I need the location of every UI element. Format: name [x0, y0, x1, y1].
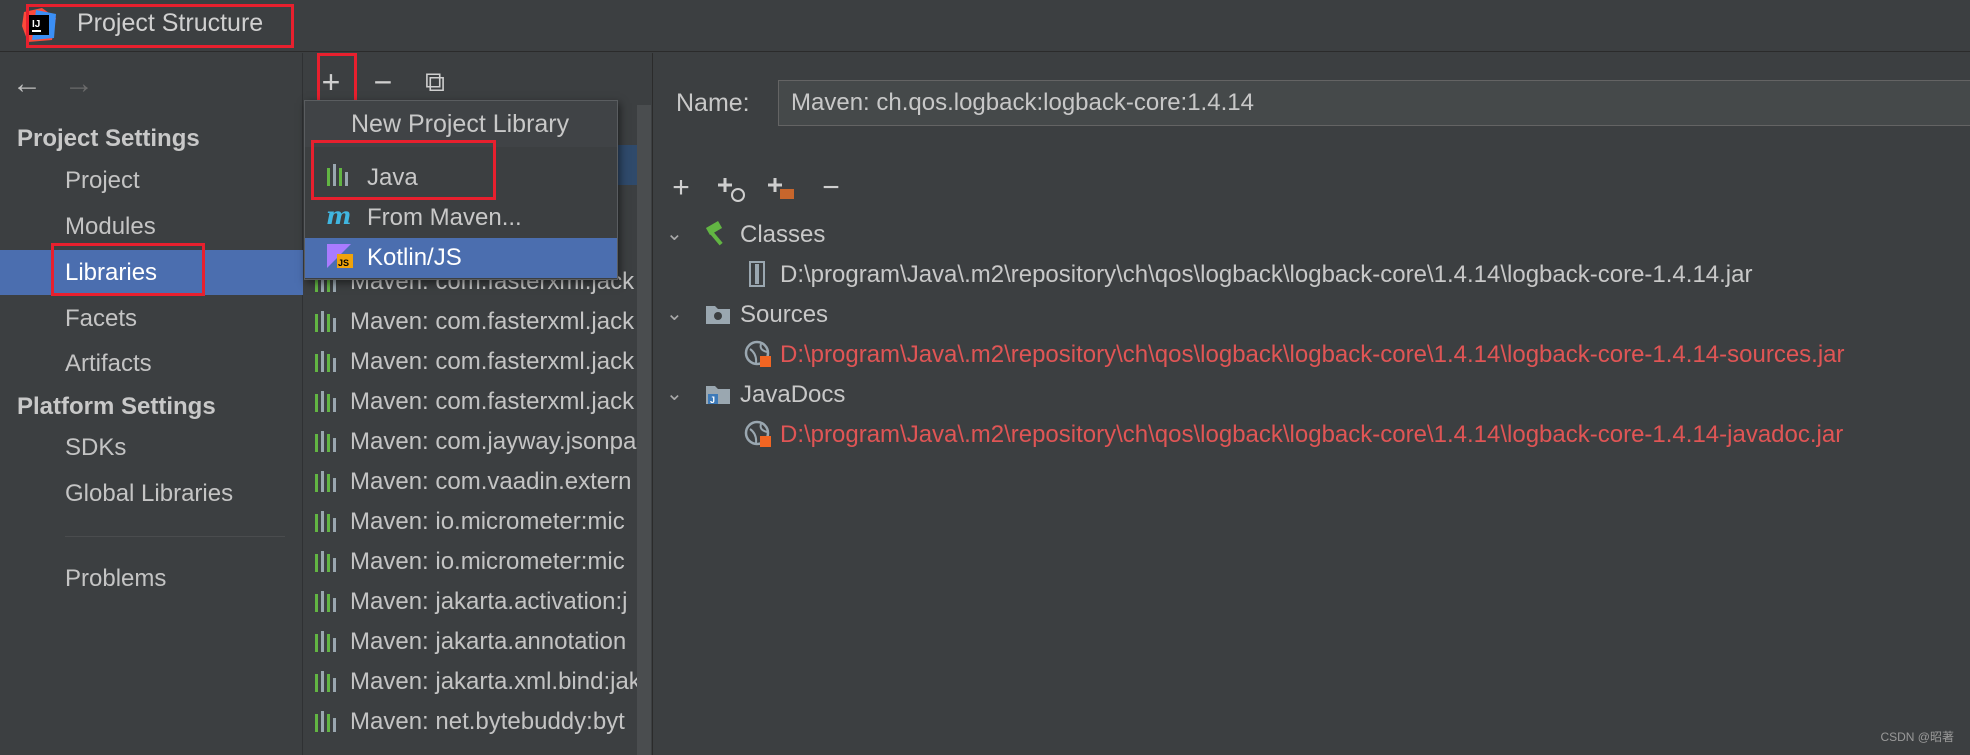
library-icon: [327, 164, 348, 186]
attach-jar-icon[interactable]: [764, 171, 798, 205]
tree-node-javadocs-jar[interactable]: D:\program\Java\.m2\repository\ch\qos\lo…: [744, 415, 1843, 455]
tree-node-javadocs[interactable]: J JavaDocs: [704, 375, 845, 415]
remove-library-button[interactable]: −: [363, 62, 403, 102]
nav-item-project[interactable]: Project: [0, 158, 303, 203]
library-list-item[interactable]: Maven: com.vaadin.extern: [314, 462, 640, 502]
svg-text:JS: JS: [338, 258, 349, 268]
svg-text:m: m: [326, 202, 351, 230]
title-bar: IJ Project Structure: [0, 0, 1970, 52]
globe-invalid-icon: [744, 420, 771, 447]
tree-node-classes[interactable]: Classes: [704, 215, 825, 255]
javadocs-label: JavaDocs: [740, 381, 846, 408]
library-list-scrollbar[interactable]: [637, 105, 651, 755]
tree-node-classes-jar[interactable]: D:\program\Java\.m2\repository\ch\qos\lo…: [744, 255, 1752, 295]
nav-item-facets[interactable]: Facets: [0, 296, 303, 341]
library-icon: [315, 391, 336, 412]
copy-library-button[interactable]: ⧉: [415, 62, 455, 102]
library-name-input[interactable]: Maven: ch.qos.logback:logback-core:1.4.1…: [778, 80, 1970, 126]
name-label: Name:: [676, 89, 750, 117]
add-library-button[interactable]: +: [311, 62, 351, 102]
project-settings-header: Project Settings: [17, 125, 200, 152]
library-name: Maven: io.micrometer:mic: [350, 508, 625, 535]
classes-label: Classes: [740, 221, 826, 248]
popup-item-from-maven[interactable]: m From Maven...: [305, 198, 617, 238]
nav-item-modules[interactable]: Modules: [0, 204, 303, 249]
library-icon: [315, 591, 336, 612]
library-name: Maven: com.vaadin.extern: [350, 468, 632, 495]
library-icon: [315, 551, 336, 572]
library-list-item[interactable]: Maven: net.bytebuddy:byt: [314, 702, 640, 742]
tree-node-sources-jar[interactable]: D:\program\Java\.m2\repository\ch\qos\lo…: [744, 335, 1845, 375]
sources-path: D:\program\Java\.m2\repository\ch\qos\lo…: [780, 341, 1845, 368]
popup-item-java-label: Java: [367, 164, 418, 191]
library-list-item[interactable]: Maven: io.micrometer:mic: [314, 542, 640, 582]
popup-item-java[interactable]: Java: [305, 158, 617, 198]
new-library-popup: New Project Library Java m From Maven...…: [304, 100, 618, 280]
back-arrow-icon[interactable]: ←: [12, 69, 42, 99]
library-list-item[interactable]: Maven: jakarta.activation:j: [314, 582, 640, 622]
library-name: Maven: jakarta.xml.bind:jak: [350, 668, 640, 695]
settings-nav: ← → Project Settings Project Modules Lib…: [0, 53, 303, 755]
folder-icon: [706, 306, 730, 324]
nav-divider: [65, 536, 285, 537]
watermark: CSDN @昭著: [1880, 730, 1954, 744]
maven-icon: m: [326, 202, 351, 230]
window-title: Project Structure: [77, 9, 264, 37]
nav-item-sdks[interactable]: SDKs: [0, 425, 303, 470]
classes-path: D:\program\Java\.m2\repository\ch\qos\lo…: [780, 261, 1753, 288]
library-name: Maven: net.bytebuddy:byt: [350, 708, 625, 735]
sources-label: Sources: [740, 301, 829, 328]
javadoc-folder-icon: J: [706, 386, 730, 405]
library-icon: [315, 711, 336, 732]
library-name: Maven: com.jayway.jsonpa: [350, 428, 637, 455]
library-icon: [315, 511, 336, 532]
library-name: Maven: com.fasterxml.jack: [350, 308, 635, 335]
library-icon: [315, 471, 336, 492]
library-list-item[interactable]: Maven: com.fasterxml.jack: [314, 302, 640, 342]
nav-item-global-libraries[interactable]: Global Libraries: [0, 471, 303, 516]
globe-invalid-icon: [744, 340, 771, 367]
library-name: Maven: jakarta.annotation: [350, 628, 627, 655]
library-icon: [315, 631, 336, 652]
add-root-button[interactable]: +: [664, 171, 698, 205]
library-detail-panel: Name: Maven: ch.qos.logback:logback-core…: [654, 53, 1970, 755]
library-name: Maven: jakarta.activation:j: [350, 588, 628, 615]
attach-url-icon[interactable]: [714, 171, 748, 205]
library-list-item[interactable]: Maven: com.fasterxml.jack: [314, 382, 640, 422]
platform-settings-header: Platform Settings: [17, 393, 216, 420]
popup-item-kotlin-js[interactable]: JS Kotlin/JS: [305, 238, 617, 278]
library-name: Maven: io.micrometer:mic: [350, 548, 625, 575]
popup-item-kotlin-js-label: Kotlin/JS: [367, 244, 462, 271]
library-icon: [315, 431, 336, 452]
chevron-down-icon[interactable]: ⌄: [666, 381, 683, 406]
chevron-down-icon[interactable]: ⌄: [666, 301, 683, 326]
javadocs-path: D:\program\Java\.m2\repository\ch\qos\lo…: [780, 421, 1844, 448]
nav-item-problems[interactable]: Problems: [0, 556, 303, 601]
svg-text:J: J: [710, 395, 715, 405]
library-list-item[interactable]: Maven: jakarta.xml.bind:jak: [314, 662, 640, 702]
nav-item-artifacts[interactable]: Artifacts: [0, 341, 303, 386]
jar-archive-icon: [749, 261, 765, 287]
remove-root-button[interactable]: −: [814, 171, 848, 205]
intellij-logo-icon: IJ: [22, 8, 56, 42]
popup-item-from-maven-label: From Maven...: [367, 204, 522, 231]
popup-title: New Project Library: [305, 101, 617, 147]
library-list-item[interactable]: Maven: com.jayway.jsonpa: [314, 422, 640, 462]
library-name: Maven: com.fasterxml.jack: [350, 348, 635, 375]
nav-item-libraries[interactable]: Libraries: [0, 250, 303, 295]
library-list-item[interactable]: Maven: io.micrometer:mic: [314, 502, 640, 542]
hammer-icon: [705, 221, 723, 246]
library-icon: [315, 671, 336, 692]
library-icon: [315, 351, 336, 372]
library-list-item[interactable]: Maven: jakarta.annotation: [314, 622, 640, 662]
library-icon: [315, 311, 336, 332]
tree-node-sources[interactable]: Sources: [704, 295, 828, 335]
kotlin-js-icon: JS: [327, 244, 353, 268]
chevron-down-icon[interactable]: ⌄: [666, 221, 683, 246]
svg-text:IJ: IJ: [32, 19, 40, 30]
library-name: Maven: com.fasterxml.jack: [350, 388, 635, 415]
library-list-item[interactable]: Maven: com.fasterxml.jack: [314, 342, 640, 382]
forward-arrow-icon[interactable]: →: [64, 69, 94, 99]
